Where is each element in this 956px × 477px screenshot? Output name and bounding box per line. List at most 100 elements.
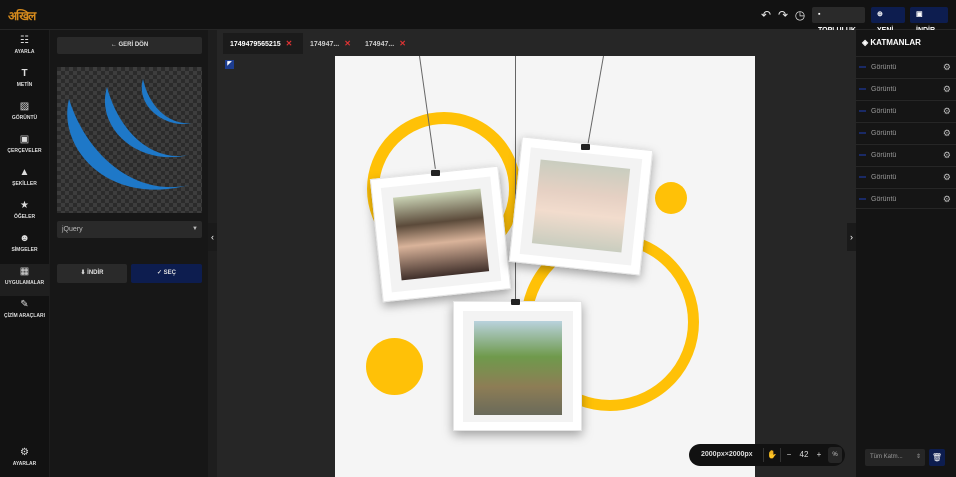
gear-icon[interactable]: ⚙ xyxy=(943,145,951,166)
design-canvas[interactable] xyxy=(335,56,755,477)
photo-frame-baby[interactable] xyxy=(508,136,654,276)
gear-icon[interactable]: ⚙ xyxy=(943,101,951,122)
tab-document-1[interactable]: 1749479565215 ✕ xyxy=(223,33,303,54)
workspace: 1749479565215 ✕ 174947... ✕ 174947... ✕ ◤ xyxy=(217,30,856,477)
nav-item-frames[interactable]: ▣ ÇERÇEVELER xyxy=(0,132,49,164)
canvas-size: 2000px×2000px xyxy=(701,451,753,458)
zoom-in-button[interactable]: + xyxy=(814,444,824,466)
close-icon[interactable]: ✕ xyxy=(344,39,351,48)
collapse-left-panel-button[interactable]: ‹ xyxy=(208,223,217,251)
nav-item-elements[interactable]: ★ ÖĞELER xyxy=(0,198,49,230)
layer-filter-value: Tüm Katm... xyxy=(870,454,903,460)
close-icon[interactable]: ✕ xyxy=(399,39,406,48)
nav-label: GÖRÜNTÜ xyxy=(11,115,38,121)
community-button[interactable]: ▪ TOPLULUK xyxy=(812,7,865,34)
nav-item-settings[interactable]: ⚙ AYARLAR xyxy=(0,445,49,477)
frame-icon: ▣ xyxy=(19,134,30,145)
layer-item[interactable]: Görüntü ⚙ xyxy=(856,122,956,143)
undo-icon[interactable]: ↶ xyxy=(759,8,773,22)
gear-icon[interactable]: ⚙ xyxy=(943,57,951,78)
hand-icon[interactable]: ✋ xyxy=(765,444,779,466)
redo-icon[interactable]: ↷ xyxy=(776,8,790,22)
library-select-value: jQuery xyxy=(62,226,83,233)
zoom-percent-button[interactable]: % xyxy=(828,447,842,463)
yellow-dot-large[interactable] xyxy=(366,338,423,395)
photo-frame-boy[interactable] xyxy=(453,301,582,431)
chevron-right-icon: › xyxy=(850,232,853,242)
delete-layers-button[interactable]: 🗑 xyxy=(929,449,945,466)
left-nav: ☷ AYARLA T METİN ▨ GÖRÜNTÜ ▣ ÇERÇEVELER … xyxy=(0,30,49,477)
gear-icon[interactable]: ⚙ xyxy=(943,79,951,100)
back-button[interactable]: ← GERİ DÖN xyxy=(57,37,202,54)
collapse-right-panel-button[interactable]: › xyxy=(847,223,856,251)
hanging-string xyxy=(515,56,516,302)
layer-link-icon xyxy=(859,198,866,200)
photo-frame-girl[interactable] xyxy=(369,165,512,303)
layer-item[interactable]: Görüntü ⚙ xyxy=(856,166,956,187)
binder-clip-icon xyxy=(431,170,440,176)
nav-item-drawing-tools[interactable]: ✎ ÇİZİM ARAÇLARI xyxy=(0,297,49,329)
smiley-icon: ☻ xyxy=(19,233,30,244)
layer-filter-select[interactable]: Tüm Katm... ⇕ xyxy=(865,449,925,466)
zoom-out-button[interactable]: − xyxy=(784,444,794,466)
layers-icon: ◈ xyxy=(862,38,869,47)
library-select[interactable]: jQuery ▼ xyxy=(57,221,202,238)
gear-icon[interactable]: ⚙ xyxy=(943,123,951,144)
select-button[interactable]: ✓ SEÇ xyxy=(131,264,202,283)
plus-circle-icon: ⊕ xyxy=(877,11,883,18)
gear-icon[interactable]: ⚙ xyxy=(943,189,951,210)
nav-item-apps[interactable]: ▦ UYGULAMALAR xyxy=(0,264,49,296)
baby-photo xyxy=(531,159,631,253)
app-logo[interactable]: अखिल xyxy=(8,7,36,24)
layer-link-icon xyxy=(859,176,866,178)
layer-item[interactable]: Görüntü ⚙ xyxy=(856,78,956,99)
girl-photo xyxy=(392,188,490,281)
layers-title-text: KATMANLAR xyxy=(870,38,921,47)
panel-download-label: İNDİR xyxy=(87,270,104,276)
layer-link-icon xyxy=(859,88,866,90)
back-label: GERİ DÖN xyxy=(118,42,149,48)
layer-item[interactable]: Görüntü ⚙ xyxy=(856,188,956,209)
nav-label: UYGULAMALAR xyxy=(4,280,45,286)
shapes-icon: ▲ xyxy=(19,167,30,178)
tab-label: 174947... xyxy=(310,41,340,48)
tab-document-3[interactable]: 174947... ✕ xyxy=(358,33,414,54)
new-button[interactable]: ⊕ YENİ xyxy=(871,7,905,34)
layer-item[interactable]: Görüntü ⚙ xyxy=(856,144,956,165)
chevron-updown-icon: ⇕ xyxy=(915,454,921,460)
canvas-corner-icon[interactable]: ◤ xyxy=(225,60,234,69)
layer-item[interactable]: Görüntü ⚙ xyxy=(856,56,956,77)
nav-label: METİN xyxy=(16,82,33,88)
select-label: SEÇ xyxy=(163,270,177,276)
zoom-bar: 2000px×2000px ✋ − 42 + % xyxy=(689,444,845,466)
trash-icon: 🗑 xyxy=(931,453,943,462)
nav-label: ÇERÇEVELER xyxy=(7,148,42,154)
zoom-value: 42 xyxy=(799,450,809,459)
layer-link-icon xyxy=(859,154,866,156)
yellow-dot-small[interactable] xyxy=(655,182,687,214)
nav-item-icons[interactable]: ☻ SİMGELER xyxy=(0,231,49,263)
layer-item[interactable]: Görüntü ⚙ xyxy=(856,100,956,121)
layer-link-icon xyxy=(859,66,866,68)
layers-title: ◈ KATMANLAR xyxy=(862,38,921,47)
nav-item-text[interactable]: T METİN xyxy=(0,66,49,98)
close-icon[interactable]: ✕ xyxy=(286,39,293,48)
nav-item-adjust[interactable]: ☷ AYARLA xyxy=(0,33,49,65)
grid-icon: ▦ xyxy=(19,266,30,277)
layer-label: Görüntü xyxy=(871,196,897,203)
layer-label: Görüntü xyxy=(871,174,897,181)
nav-item-image[interactable]: ▨ GÖRÜNTÜ xyxy=(0,99,49,131)
history-icon[interactable]: ◷ xyxy=(793,8,807,22)
layer-label: Görüntü xyxy=(871,64,897,71)
nav-label: ŞEKİLLER xyxy=(12,181,37,187)
nav-item-shapes[interactable]: ▲ ŞEKİLLER xyxy=(0,165,49,197)
jquery-logo-icon xyxy=(67,79,191,190)
jquery-logo-preview[interactable] xyxy=(57,67,202,213)
tab-document-2[interactable]: 174947... ✕ xyxy=(303,33,358,54)
tab-label: 174947... xyxy=(365,41,395,48)
panel-download-button[interactable]: ⬇ İNDİR xyxy=(57,264,127,283)
nav-label: ÖĞELER xyxy=(13,214,36,220)
download-button[interactable]: ▣ İNDİR xyxy=(910,7,948,34)
gear-icon[interactable]: ⚙ xyxy=(943,167,951,188)
layer-link-icon xyxy=(859,110,866,112)
